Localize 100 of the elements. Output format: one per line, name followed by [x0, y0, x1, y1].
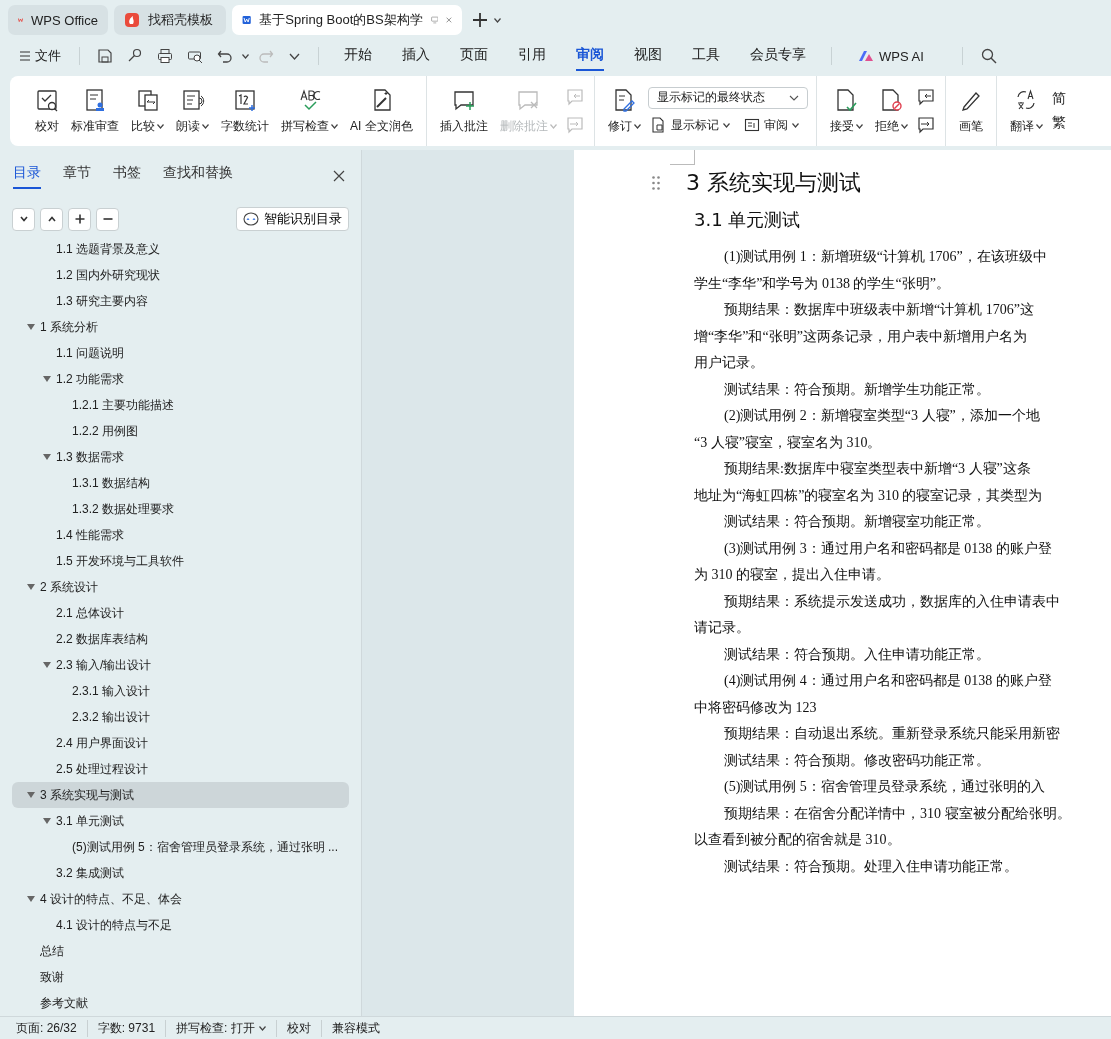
- paragraph-line: 测试结果：符合预期。入住申请功能正常。: [724, 645, 991, 664]
- ribbon-button[interactable]: 拒绝: [869, 80, 913, 142]
- ribbon-button[interactable]: 接受: [824, 80, 868, 142]
- panel-tab[interactable]: 书签: [113, 162, 141, 189]
- outline-item[interactable]: 2.3.2 输出设计: [12, 704, 349, 730]
- collapse-up-button[interactable]: [40, 207, 63, 231]
- status-item[interactable]: 字数: 9731: [87, 1019, 167, 1037]
- display-mode-dropdown[interactable]: 显示标记的最终状态: [647, 86, 808, 109]
- ribbon-button[interactable]: AI 全文润色: [345, 80, 418, 142]
- ribbon-button[interactable]: 拼写检查: [276, 80, 343, 142]
- plus-button[interactable]: [68, 207, 91, 231]
- triangle-icon[interactable]: [27, 792, 35, 798]
- status-item[interactable]: 兼容模式: [321, 1019, 390, 1037]
- app-tab[interactable]: WPS Office: [8, 5, 108, 35]
- outline-item[interactable]: 2 系统设计: [12, 574, 349, 600]
- outline-item[interactable]: (5)测试用例 5：宿舍管理员登录系统，通过张明 ...: [12, 834, 349, 860]
- chevron-down-icon[interactable]: [289, 52, 300, 60]
- outline-item[interactable]: 2.3 输入/输出设计: [12, 652, 349, 678]
- app-tab[interactable]: 基于Spring Boot的BS架构学: [232, 5, 462, 35]
- ribbon-tab[interactable]: 插入: [402, 41, 430, 71]
- triangle-icon[interactable]: [43, 662, 51, 668]
- ribbon-button[interactable]: 画笔: [953, 80, 988, 142]
- triangle-icon[interactable]: [27, 324, 35, 330]
- outline-item[interactable]: 3.1 单元测试: [12, 808, 349, 834]
- ribbon-button[interactable]: 标准审查: [66, 80, 124, 142]
- outline-item[interactable]: 1.4 性能需求: [12, 522, 349, 548]
- status-item[interactable]: 页面: 26/32: [16, 1019, 88, 1037]
- outline-item[interactable]: 1.1 选题背景及意义: [12, 236, 349, 262]
- outline-item[interactable]: 1 系统分析: [12, 314, 349, 340]
- panel-tab[interactable]: 目录: [13, 162, 41, 189]
- document-reject-icon: [879, 87, 904, 112]
- expand-down-button[interactable]: [12, 207, 35, 231]
- outline-item[interactable]: 1.3 数据需求: [12, 444, 349, 470]
- outline-item[interactable]: 2.5 处理过程设计: [12, 756, 349, 782]
- paragraph-line: 为 310 的寝室，提出入住申请。: [694, 566, 891, 584]
- triangle-icon[interactable]: [43, 376, 51, 382]
- ribbon-tab[interactable]: 页面: [460, 41, 488, 71]
- ribbon-button[interactable]: 显示标记: [647, 114, 733, 136]
- ribbon-tab[interactable]: 视图: [634, 41, 662, 71]
- ribbon-button[interactable]: 审阅: [740, 114, 802, 136]
- drag-handle-icon[interactable]: [652, 176, 660, 190]
- outline-item[interactable]: 1.2 功能需求: [12, 366, 349, 392]
- panel-tab[interactable]: 查找和替换: [163, 162, 233, 189]
- outline-item[interactable]: 4.1 设计的特点与不足: [12, 912, 349, 938]
- triangle-icon[interactable]: [43, 454, 51, 460]
- print-preview-icon[interactable]: [187, 48, 203, 64]
- app-tab[interactable]: 找稻壳模板: [114, 5, 226, 35]
- outline-item[interactable]: 4 设计的特点、不足、体会: [12, 886, 349, 912]
- ribbon-button[interactable]: 插入批注: [434, 80, 493, 142]
- file-menu[interactable]: 文件: [14, 43, 67, 69]
- close-icon[interactable]: [333, 169, 345, 182]
- ribbon-tab[interactable]: 工具: [692, 41, 720, 71]
- comment-next-icon[interactable]: [916, 116, 935, 134]
- outline-item[interactable]: 1.1 问题说明: [12, 340, 349, 366]
- triangle-icon[interactable]: [43, 818, 51, 824]
- outline-item[interactable]: 2.4 用户界面设计: [12, 730, 349, 756]
- ribbon-tab[interactable]: 引用: [518, 41, 546, 71]
- ribbon-button[interactable]: 繁: [1049, 114, 1068, 132]
- outline-item[interactable]: 总结: [12, 938, 349, 964]
- outline-item[interactable]: 1.3.1 数据结构: [12, 470, 349, 496]
- outline-item[interactable]: 参考文献: [12, 990, 349, 1016]
- undo-icon[interactable]: [217, 48, 233, 64]
- status-item[interactable]: 拼写检查: 打开: [166, 1019, 277, 1037]
- ribbon-button[interactable]: 字数统计: [216, 80, 274, 142]
- ribbon-button[interactable]: 校对: [30, 80, 64, 142]
- document-stamp-icon: [83, 87, 107, 112]
- outline-item[interactable]: 1.2.1 主要功能描述: [12, 392, 349, 418]
- key-icon[interactable]: [127, 48, 143, 64]
- outline-item[interactable]: 1.2 国内外研究现状: [12, 262, 349, 288]
- outline-item[interactable]: 1.2.2 用例图: [12, 418, 349, 444]
- smart-toc-button[interactable]: 智能识别目录: [236, 207, 349, 231]
- monitor-icon: [430, 14, 439, 26]
- outline-item[interactable]: 2.2 数据库表结构: [12, 626, 349, 652]
- status-item[interactable]: 校对: [276, 1019, 322, 1037]
- ribbon-button[interactable]: 比较: [126, 80, 169, 142]
- ribbon-button[interactable]: 翻译: [1004, 80, 1048, 142]
- ribbon-button[interactable]: 修订: [602, 80, 646, 142]
- ribbon-tab[interactable]: 开始: [344, 41, 372, 71]
- outline-item[interactable]: 1.3 研究主要内容: [12, 288, 349, 314]
- search-icon[interactable]: [980, 48, 997, 64]
- outline-item[interactable]: 致谢: [12, 964, 349, 990]
- panel-tab[interactable]: 章节: [63, 162, 91, 189]
- outline-item[interactable]: 2.3.1 输入设计: [12, 678, 349, 704]
- minus-button[interactable]: [96, 207, 119, 231]
- save-icon[interactable]: [97, 48, 113, 64]
- plus-icon[interactable]: [472, 12, 488, 28]
- outline-item[interactable]: 1.3.2 数据处理要求: [12, 496, 349, 522]
- ribbon-button[interactable]: 简: [1049, 90, 1068, 108]
- ribbon-button[interactable]: 朗读: [171, 80, 214, 142]
- triangle-icon[interactable]: [27, 584, 35, 590]
- outline-item[interactable]: 3 系统实现与测试: [12, 782, 349, 808]
- outline-item[interactable]: 1.5 开发环境与工具软件: [12, 548, 349, 574]
- comment-previous-icon[interactable]: [916, 88, 935, 106]
- triangle-icon[interactable]: [27, 896, 35, 902]
- outline-item[interactable]: 3.2 集成测试: [12, 860, 349, 886]
- ribbon-tab[interactable]: 会员专享: [750, 41, 806, 71]
- wps-ai-button[interactable]: WPS AI: [852, 44, 930, 68]
- outline-item[interactable]: 2.1 总体设计: [12, 600, 349, 626]
- ribbon-tab[interactable]: 审阅: [576, 41, 604, 71]
- print-icon[interactable]: [157, 48, 173, 64]
